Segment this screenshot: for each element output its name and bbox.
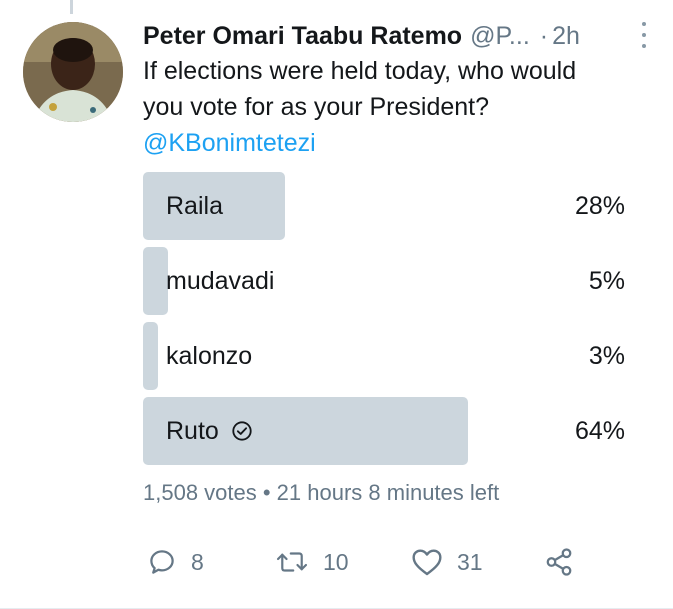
avatar[interactable] bbox=[23, 22, 123, 122]
author-name[interactable]: Peter Omari Taabu Ratemo bbox=[143, 22, 462, 51]
check-circle-icon bbox=[232, 421, 252, 441]
tweet-text-line: If elections were held today, who would bbox=[143, 57, 577, 85]
poll-meta: 1,508 votes • 21 hours 8 minutes left bbox=[143, 480, 500, 505]
poll-option-raila: Raila 28% bbox=[143, 172, 633, 240]
mention-link[interactable]: @KBonimtetezi bbox=[143, 125, 653, 161]
poll-bar bbox=[143, 322, 158, 390]
share-icon bbox=[546, 548, 572, 576]
poll-option-percent: 3% bbox=[588, 341, 625, 370]
poll-option-percent: 64% bbox=[574, 416, 625, 445]
tweet-time[interactable]: 2h bbox=[552, 22, 580, 51]
tweet-header: Peter Omari Taabu Ratemo @P... · 2h bbox=[143, 18, 653, 54]
poll-option-percent: 5% bbox=[588, 266, 625, 295]
poll-option-ruto: Ruto 64% bbox=[143, 397, 633, 465]
retweet-count: 10 bbox=[323, 548, 349, 575]
like-icon bbox=[412, 549, 442, 576]
poll-option-label: kalonzo bbox=[166, 341, 253, 370]
separator-dot: · bbox=[539, 21, 549, 50]
poll-option-percent: 28% bbox=[574, 191, 625, 220]
poll-option-mudavadi: mudavadi 5% bbox=[143, 247, 633, 315]
more-vertical-icon[interactable] bbox=[639, 22, 649, 48]
tweet-text: If elections were held today, who would … bbox=[143, 53, 653, 161]
share-button[interactable] bbox=[543, 540, 575, 584]
tweet-text-line: you vote for as your President? bbox=[143, 93, 490, 121]
poll-option-label: mudavadi bbox=[166, 266, 275, 295]
retweet-icon bbox=[276, 552, 308, 572]
retweet-button[interactable]: 10 bbox=[275, 540, 349, 584]
reply-count: 8 bbox=[191, 548, 204, 575]
poll-option-kalonzo: kalonzo 3% bbox=[143, 322, 633, 390]
tweet-actions: 8 10 31 bbox=[143, 540, 613, 584]
poll-option-label-wrap: Ruto bbox=[166, 417, 253, 446]
tweet[interactable]: Peter Omari Taabu Ratemo @P... · 2h If e… bbox=[0, 0, 673, 609]
poll-bar bbox=[143, 247, 168, 315]
like-count: 31 bbox=[457, 548, 483, 575]
author-handle[interactable]: @P... bbox=[470, 22, 530, 51]
avatar-photo bbox=[23, 22, 123, 122]
poll-option-label: Raila bbox=[166, 191, 223, 220]
like-button[interactable]: 31 bbox=[411, 540, 483, 584]
reply-icon bbox=[150, 550, 174, 574]
reply-button[interactable]: 8 bbox=[147, 540, 204, 584]
thread-line bbox=[70, 0, 73, 14]
poll: Raila 28% mudavadi 5% kalonzo 3% Ruto 64… bbox=[143, 172, 633, 472]
poll-option-label: Ruto bbox=[166, 416, 219, 445]
